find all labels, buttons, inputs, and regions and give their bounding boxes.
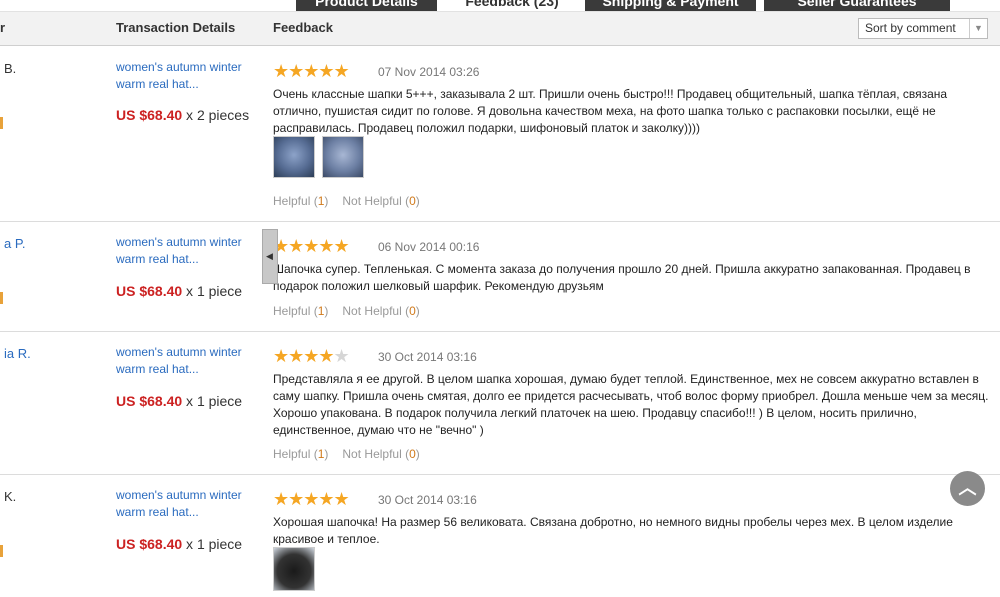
review-date: 07 Nov 2014 03:26 <box>378 65 480 79</box>
helpful-votes: Helpful (1) Not Helpful (0) <box>273 194 420 208</box>
helpful-button[interactable]: Helpful (1) <box>273 447 328 461</box>
helpful-votes: Helpful (1) Not Helpful (0) <box>273 447 420 461</box>
buyer-name: B. <box>4 61 17 76</box>
review-text: Представляла я ее другой. В целом шапка … <box>273 372 989 437</box>
review-photo-thumbnail[interactable] <box>322 136 364 178</box>
review-date: 30 Oct 2014 03:16 <box>378 350 477 364</box>
transaction-price: US $68.40 x 1 piece <box>116 282 266 300</box>
buyer-level-badge <box>0 117 3 129</box>
price-amount: US $68.40 <box>116 393 183 409</box>
buyer-name: ia R. <box>4 346 31 361</box>
review-date: 06 Nov 2014 00:16 <box>378 240 480 254</box>
not-helpful-button[interactable]: Not Helpful (0) <box>342 194 419 208</box>
product-link[interactable]: women's autumn winter warm real hat... <box>116 344 261 378</box>
feedback-column-header: Feedback <box>273 20 333 35</box>
chevron-down-icon[interactable]: ▼ <box>969 19 987 38</box>
buyer-column-header: r <box>0 20 6 35</box>
buyer-level-badge <box>0 292 3 304</box>
transaction-price: US $68.40 x 1 piece <box>116 535 266 553</box>
review-photo-thumbnail[interactable] <box>273 136 315 178</box>
product-link[interactable]: women's autumn winter warm real hat... <box>116 59 261 93</box>
review-row: K. women's autumn winter warm real hat..… <box>0 475 1000 597</box>
helpful-button[interactable]: Helpful (1) <box>273 304 328 318</box>
price-amount: US $68.40 <box>116 536 183 552</box>
buyer-name: a P. <box>4 236 26 251</box>
price-amount: US $68.40 <box>116 283 183 299</box>
helpful-votes: Helpful (1) Not Helpful (0) <box>273 304 420 318</box>
buyer-level-badge <box>0 545 3 557</box>
collapse-sidebar-handle[interactable]: ◀ <box>262 229 278 284</box>
rating-stars: ★★★★★ <box>273 61 350 81</box>
rating-stars: ★★★★★ <box>273 346 350 366</box>
quantity: x 1 piece <box>182 393 243 409</box>
rating-stars: ★★★★★ <box>273 489 350 509</box>
chevron-up-icon: ︿ <box>958 478 977 498</box>
quantity: x 2 pieces <box>182 107 250 123</box>
not-helpful-button[interactable]: Not Helpful (0) <box>342 304 419 318</box>
transaction-column-header: Transaction Details <box>116 20 236 35</box>
product-link[interactable]: women's autumn winter warm real hat... <box>116 234 261 268</box>
helpful-button[interactable]: Helpful (1) <box>273 194 328 208</box>
rating-stars: ★★★★★ <box>273 236 350 256</box>
review-date: 30 Oct 2014 03:16 <box>378 493 477 507</box>
review-row: ia R. women's autumn winter warm real ha… <box>0 332 1000 475</box>
review-text: Очень классные шапки 5+++, заказывала 2 … <box>273 87 948 135</box>
price-amount: US $68.40 <box>116 107 183 123</box>
review-text: Хорошая шапочка! На размер 56 великовата… <box>273 515 953 546</box>
back-to-top-button[interactable]: ︿ <box>950 471 985 506</box>
product-link[interactable]: women's autumn winter warm real hat... <box>116 487 261 521</box>
not-helpful-button[interactable]: Not Helpful (0) <box>342 447 419 461</box>
quantity: x 1 piece <box>182 536 243 552</box>
review-photo-thumbnail[interactable] <box>273 547 315 591</box>
chevron-left-icon: ◀ <box>266 251 273 261</box>
sort-select[interactable]: Sort by comment ▼ <box>858 18 988 39</box>
review-row: B. women's autumn winter warm real hat..… <box>0 47 1000 222</box>
transaction-price: US $68.40 x 2 pieces <box>116 106 266 124</box>
review-row: a P. women's autumn winter warm real hat… <box>0 222 1000 332</box>
quantity: x 1 piece <box>182 283 243 299</box>
review-text: Шапочка супер. Тепленькая. С момента зак… <box>273 262 971 293</box>
buyer-name: K. <box>4 489 17 504</box>
transaction-price: US $68.40 x 1 piece <box>116 392 266 410</box>
feedback-table-header: r Transaction Details Feedback Sort by c… <box>0 11 1000 46</box>
sort-select-value: Sort by comment <box>865 21 956 35</box>
